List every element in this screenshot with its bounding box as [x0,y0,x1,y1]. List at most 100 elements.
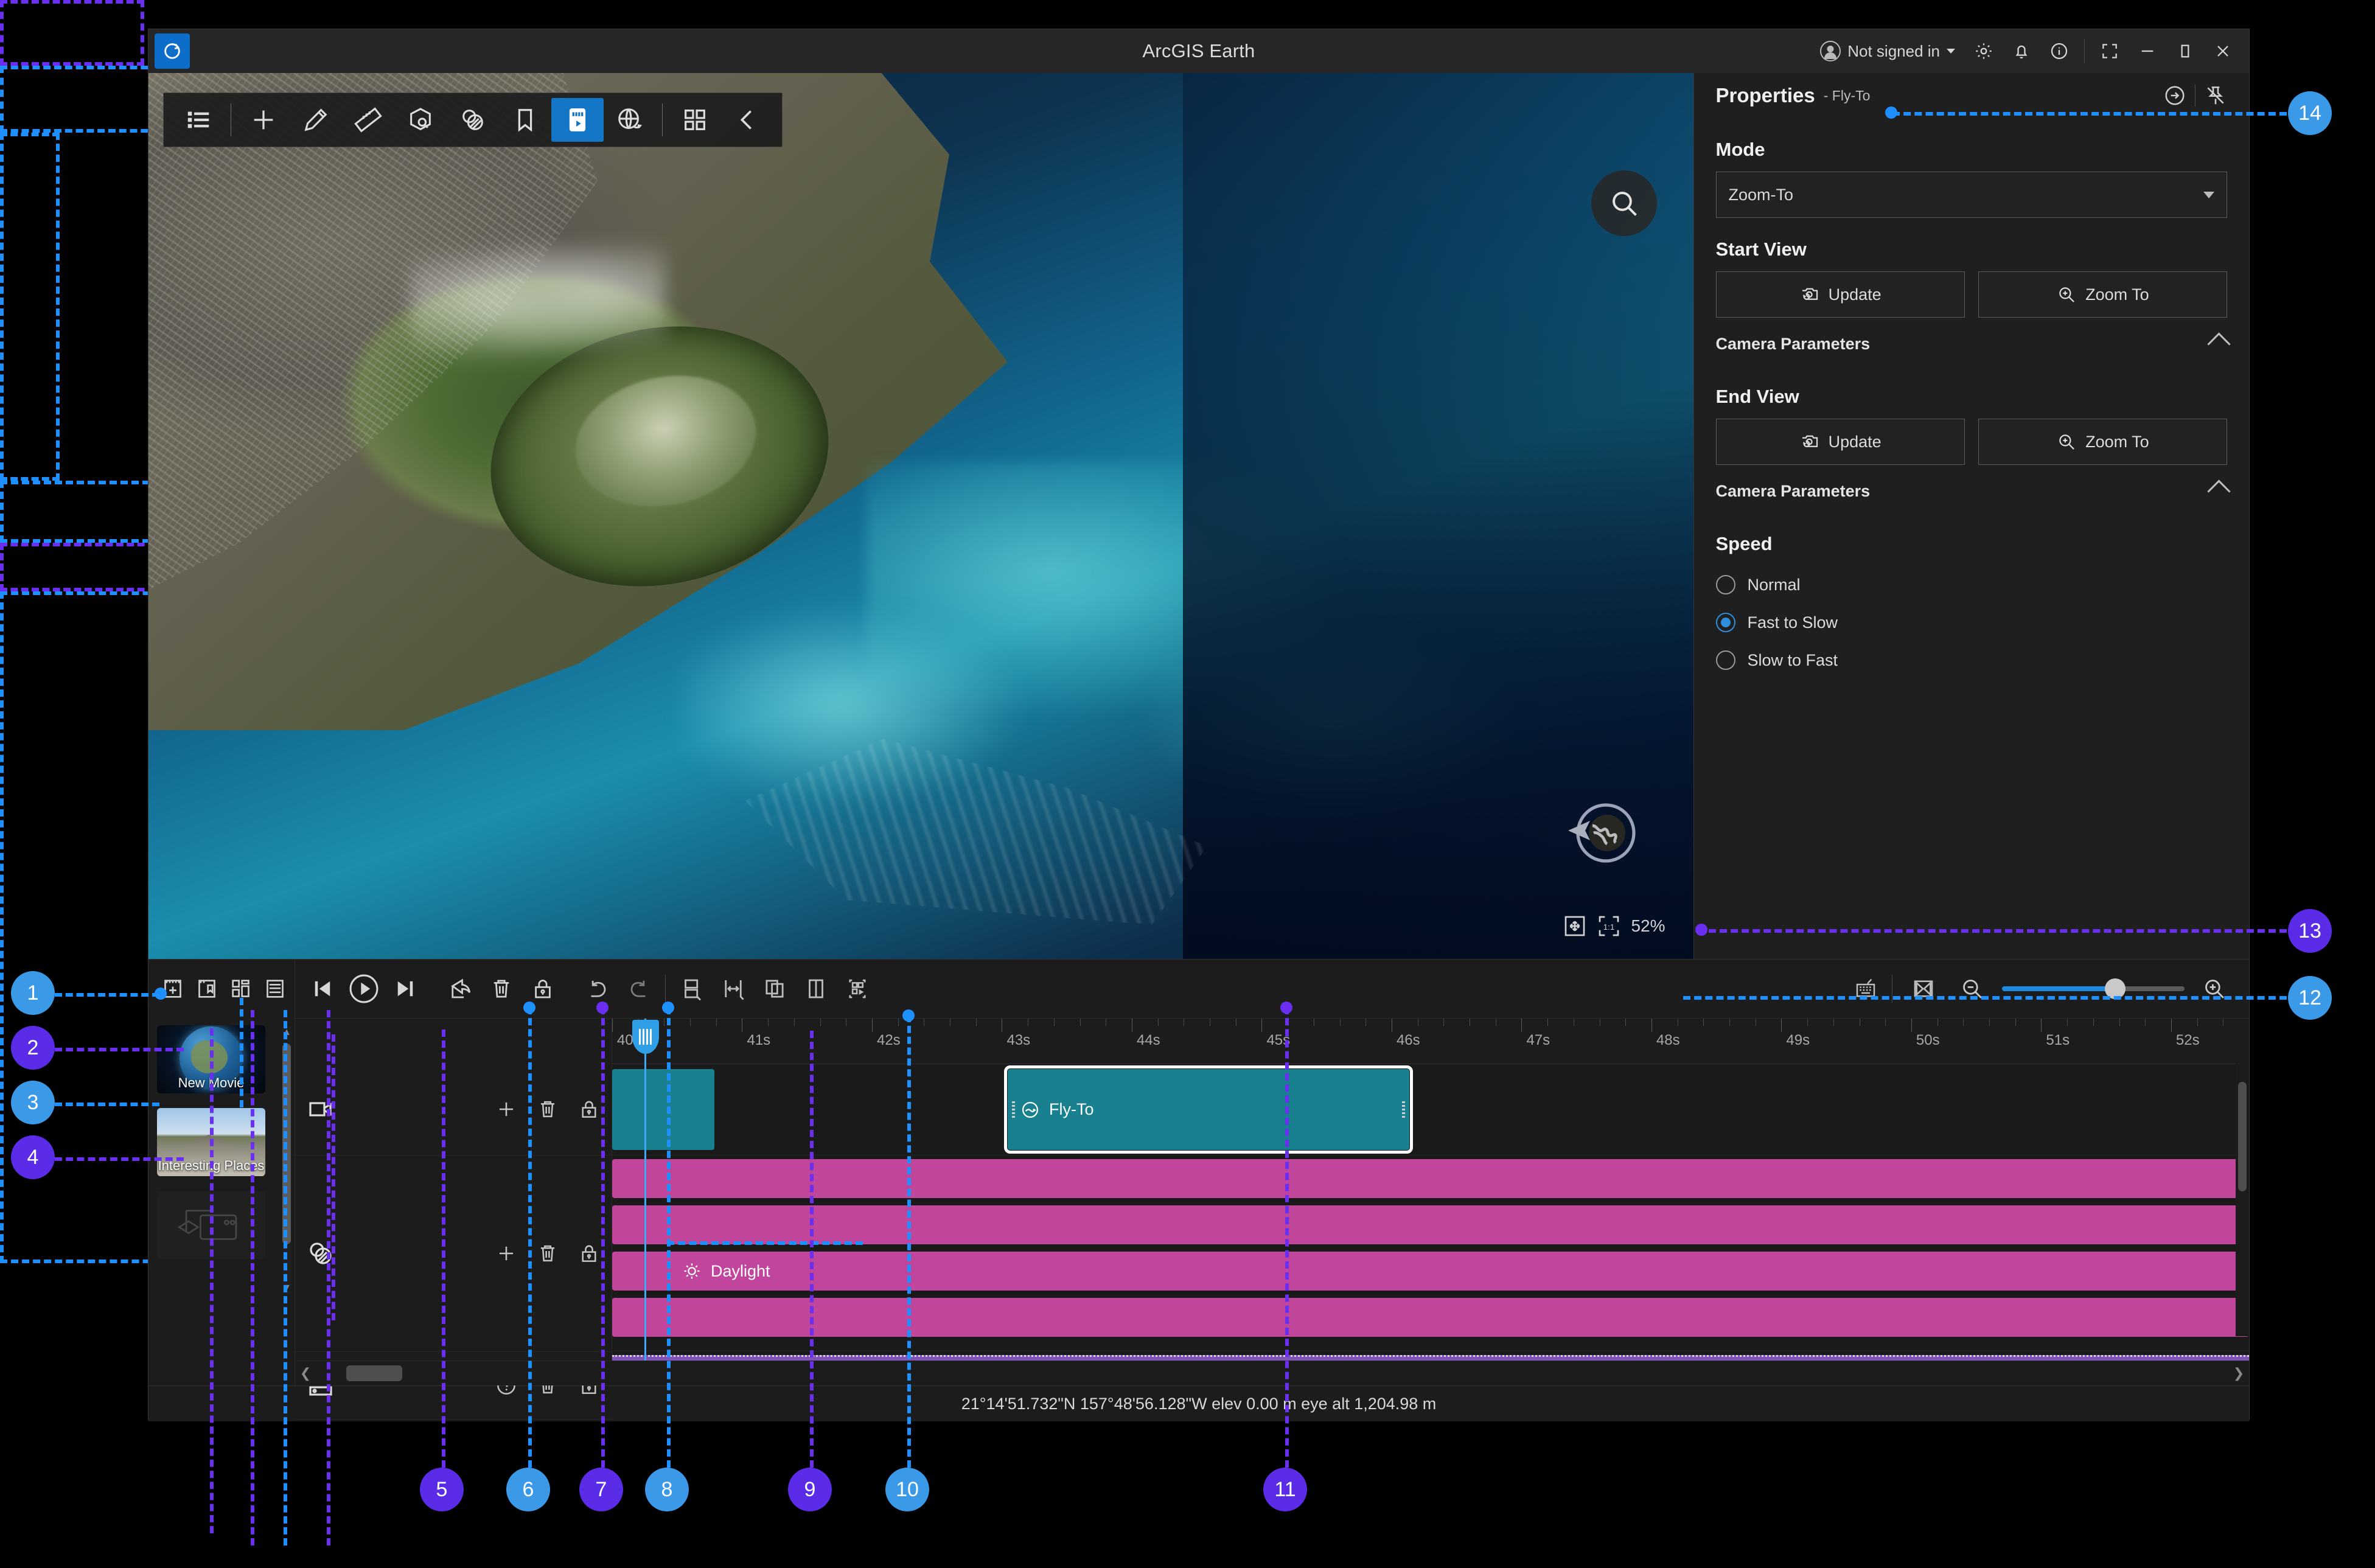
undo-icon[interactable] [579,970,616,1008]
time-ruler[interactable]: 40s 41s 42s 43s 44s 45s 46s 47s 48s 49s 50s 51s 52s [612,1019,2249,1064]
radio-selected-icon [1715,613,1735,632]
timeline-clip[interactable] [612,1159,2249,1198]
end-camera-parameters-toggle[interactable]: Camera Parameters [1716,470,2231,512]
timeline-zoom-slider[interactable] [2002,978,2185,999]
scene-zoom-readout: 1:1 52% [1554,909,1673,943]
timeline-clip-overlay[interactable] [612,1355,2249,1361]
redo-icon[interactable] [620,970,658,1008]
lock-icon[interactable] [577,1242,601,1265]
globe-settings-icon[interactable] [604,98,656,142]
timeline-horizontal-scrollbar[interactable]: ❮ ❯ [295,1361,2249,1385]
track-row-overlay[interactable] [612,1351,2249,1361]
maximize-icon[interactable] [2166,32,2204,70]
lock-icon[interactable] [577,1098,601,1121]
info-icon[interactable] [2040,32,2078,70]
start-camera-parameters-toggle[interactable]: Camera Parameters [1716,322,2231,365]
playhead[interactable] [632,1019,659,1361]
track-header-camera[interactable] [295,1064,612,1155]
bookmark-icon[interactable] [499,98,551,142]
close-icon[interactable] [2204,32,2242,70]
ruler-label: 44s [1136,1032,1160,1048]
fit-to-window-icon[interactable] [1563,914,1587,938]
fit-timeline-icon[interactable] [1905,970,1942,1008]
search-icon[interactable] [1591,170,1657,236]
resize-icon[interactable] [714,970,752,1008]
start-view-update-button[interactable]: Update [1715,271,1965,318]
transport-controls [295,970,433,1008]
speed-option-normal[interactable]: Normal [1715,566,2228,604]
ruler-tick-major [2041,1019,2042,1032]
button-label: Update [1828,285,1882,304]
speed-option-fast-to-slow[interactable]: Fast to Slow [1715,604,2228,641]
skip-to-end-icon[interactable] [386,970,424,1008]
scrollbar-thumb[interactable] [346,1365,402,1381]
fullscreen-icon[interactable] [2091,32,2129,70]
actual-size-icon[interactable]: 1:1 [1597,914,1621,938]
end-view-buttons: Update Zoom To [1715,419,2227,465]
zoom-out-icon[interactable] [1953,970,1991,1008]
globe-scene-view[interactable]: 1:1 52% [148,73,1693,959]
skip-to-start-icon[interactable] [304,970,341,1008]
movie-thumbnail-list[interactable]: New Movie Interesting Places ▲ ▼ [148,1018,295,1393]
divider [662,103,663,136]
navigator-compass-icon[interactable] [1562,794,1640,872]
callout-anchor-11 [1280,1002,1292,1014]
speed-option-slow-to-fast[interactable]: Slow to Fast [1715,641,2228,679]
mode-select[interactable]: Zoom-To [1715,172,2227,218]
track-row-layers[interactable]: Daylight [612,1155,2249,1351]
play-icon[interactable] [345,970,383,1008]
keyboard-shortcuts-icon[interactable] [1847,970,1885,1008]
paste-icon[interactable] [797,970,835,1008]
playhead-handle[interactable] [632,1020,659,1054]
basemap-icon[interactable] [447,98,499,142]
export-icon[interactable] [441,970,479,1008]
end-view-zoom-to-button[interactable]: Zoom To [1978,419,2227,465]
gear-icon[interactable] [1965,32,2003,70]
arrow-right-circle-icon[interactable] [2163,84,2186,107]
account-menu[interactable]: Not signed in [1810,41,1965,61]
movie-list-icon[interactable] [259,973,291,1005]
select-all-icon[interactable] [839,970,876,1008]
delete-icon[interactable] [483,970,520,1008]
timeline-clip-daylight[interactable]: Daylight [669,1252,2249,1291]
timeline-clip[interactable] [612,1298,2249,1337]
clip-grip-left[interactable] [1012,1101,1015,1118]
timeline-clip[interactable] [612,1069,714,1150]
add-icon[interactable] [495,1098,518,1121]
open-movie-icon[interactable] [191,973,223,1005]
start-view-zoom-to-button[interactable]: Zoom To [1978,271,2227,318]
collapse-icon[interactable] [721,98,773,142]
end-view-update-button[interactable]: Update [1715,419,1965,465]
query-icon[interactable] [394,98,447,142]
callout-line-1b [251,1010,254,1545]
scroll-left-icon[interactable]: ❮ [295,1365,316,1381]
copy-icon[interactable] [756,970,793,1008]
split-icon[interactable] [673,970,711,1008]
delete-icon[interactable] [536,1242,559,1265]
timeline-clip-fly-to[interactable]: Fly-To [1004,1065,1413,1154]
minimize-icon[interactable] [2129,32,2166,70]
ruler-label: 41s [747,1032,771,1048]
zoom-in-icon[interactable] [2195,970,2233,1008]
unpin-icon[interactable] [2204,84,2227,107]
movie-icon[interactable] [551,98,604,142]
draw-icon[interactable] [290,98,342,142]
track-row-camera[interactable]: Fly-To [612,1064,2249,1155]
add-data-icon[interactable] [237,98,290,142]
timeline-vertical-scrollbar[interactable] [2236,1064,2249,1336]
clip-grip-right[interactable] [1402,1101,1405,1118]
bell-icon[interactable] [2003,32,2040,70]
scrollbar-thumb[interactable] [2238,1082,2247,1191]
table-of-contents-icon[interactable] [172,98,225,142]
timeline-clip[interactable] [612,1205,2249,1244]
movie-dock: New Movie Interesting Places ▲ ▼ 40s 41s… [148,959,2249,1420]
measure-icon[interactable] [342,98,394,142]
scroll-right-icon[interactable]: ❯ [2228,1365,2249,1381]
app-logo-icon[interactable] [155,33,190,69]
delete-icon[interactable] [536,1098,559,1121]
properties-panel: Properties - Fly-To Mode Zoom-To Start V… [1693,73,2249,959]
track-canvas[interactable]: 40s 41s 42s 43s 44s 45s 46s 47s 48s 49s 50s 51s 52s … [612,1019,2249,1361]
track-header-layers[interactable] [295,1155,612,1352]
layout-icon[interactable] [669,98,721,142]
add-icon[interactable] [495,1242,518,1265]
